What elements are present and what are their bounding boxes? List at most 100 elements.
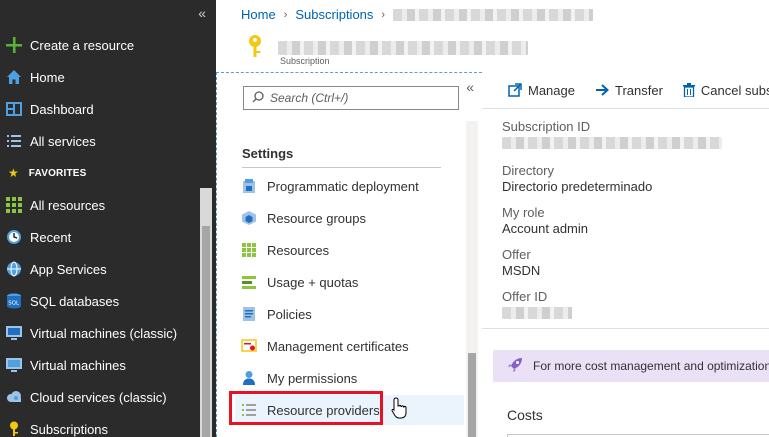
manage-button[interactable]: Manage [508, 83, 575, 98]
property-value: MSDN [502, 263, 541, 278]
nav-item-cloud-services-classic[interactable]: Cloud services (classic) [0, 381, 200, 413]
nav-item-create-resource[interactable]: Create a resource [0, 29, 200, 61]
nav-item-sql-databases[interactable]: SQL SQL databases [0, 285, 200, 317]
monitor-icon [6, 357, 22, 373]
nav-item-label: Create a resource [30, 37, 135, 53]
person-icon [241, 370, 257, 386]
policy-icon [241, 306, 257, 322]
nav-item-all-services[interactable]: All services [0, 125, 200, 157]
favorites-label: FAVORITES [28, 167, 87, 179]
breadcrumb-home[interactable]: Home [241, 7, 276, 22]
property-subscription-id: Subscription ID [502, 119, 722, 153]
nav-item-home[interactable]: Home [0, 61, 200, 93]
banner-text: For more cost management and optimizatio… [533, 359, 769, 373]
nav-item-label: Virtual machines [30, 357, 126, 373]
page-subtitle: Subscription [280, 56, 330, 66]
menu-item-label: My permissions [267, 370, 358, 386]
rocket-icon [507, 357, 523, 376]
nav-item-all-resources[interactable]: All resources [0, 189, 200, 221]
menu-item-my-permissions[interactable]: My permissions [235, 363, 464, 393]
chevron-right-icon: › [381, 8, 386, 21]
menu-scrollbar-thumb[interactable] [468, 353, 476, 437]
property-label: Directory [502, 163, 555, 178]
nav-item-label: Subscriptions [30, 421, 109, 437]
dashboard-icon [6, 101, 22, 117]
arrow-right-icon [595, 83, 609, 97]
list-icon [6, 133, 22, 149]
cost-management-banner[interactable]: For more cost management and optimizatio… [493, 350, 769, 382]
usage-icon [241, 274, 257, 290]
hand-cursor-icon [391, 397, 407, 422]
cancel-subscription-button[interactable]: Cancel subs [682, 83, 769, 98]
clock-icon [6, 229, 22, 245]
nav-item-label: SQL databases [30, 293, 120, 309]
property-directory: Directory Directorio predeterminado [502, 163, 722, 195]
property-offer-id: Offer ID [502, 289, 722, 323]
property-value[interactable]: Directorio predeterminado [502, 179, 722, 195]
nav-item-label: App Services [30, 261, 107, 277]
highlight-box [229, 391, 383, 425]
plus-icon [6, 37, 22, 53]
overview-pane: Manage Transfer Cancel subs Subscription… [482, 72, 769, 437]
menu-item-label: Usage + quotas [267, 274, 359, 290]
menu-item-management-certificates[interactable]: Management certificates [235, 331, 464, 361]
nav-item-label: Recent [30, 229, 72, 245]
menu-item-label: Management certificates [267, 338, 409, 354]
menu-scrollbar[interactable] [466, 121, 478, 437]
star-icon: ★ [8, 166, 19, 180]
property-value [502, 135, 722, 153]
menu-item-label: Policies [267, 306, 312, 322]
certificate-icon [241, 338, 257, 354]
property-offer: Offer MSDN [502, 247, 722, 279]
menu-item-resources[interactable]: Resources [235, 235, 464, 265]
menu-item-policies[interactable]: Policies [235, 299, 464, 329]
command-bar: Manage Transfer Cancel subs [482, 72, 769, 109]
cloud-icon [6, 389, 22, 405]
nav-item-virtual-machines-classic[interactable]: Virtual machines (classic) [0, 317, 200, 349]
divider [482, 328, 769, 329]
menu-item-usage-quotas[interactable]: Usage + quotas [235, 267, 464, 297]
search-icon [252, 90, 264, 106]
transfer-label: Transfer [614, 82, 663, 98]
menu-item-label: Programmatic deployment [267, 178, 419, 194]
left-nav: « Create a resource Home Dashboard All s… [0, 0, 216, 437]
settings-menu-panel: « Settings Programmatic deployment Resou… [216, 72, 482, 437]
nav-scrollbar[interactable] [200, 188, 212, 437]
key-icon [6, 421, 22, 437]
nav-scrollbar-thumb[interactable] [202, 226, 210, 437]
home-icon [6, 69, 22, 85]
deployment-icon [241, 178, 257, 194]
chevron-right-icon: › [283, 8, 288, 21]
search-input[interactable] [270, 91, 450, 105]
breadcrumb-subscriptions[interactable]: Subscriptions [295, 7, 373, 22]
nav-item-label: Virtual machines (classic) [30, 325, 178, 341]
settings-section-title: Settings [242, 146, 294, 161]
monitor-icon [6, 325, 22, 341]
grid-icon [6, 197, 22, 213]
menu-item-label: Resources [267, 242, 330, 258]
property-value: Account admin [502, 221, 588, 236]
grid-icon [241, 242, 257, 258]
collapse-nav-icon[interactable]: « [198, 5, 206, 21]
search-box[interactable] [243, 86, 459, 110]
menu-item-programmatic-deployment[interactable]: Programmatic deployment [235, 171, 464, 201]
nav-item-virtual-machines[interactable]: Virtual machines [0, 349, 200, 381]
menu-item-label: Resource groups [267, 210, 366, 226]
property-value [502, 305, 722, 323]
nav-item-label: All services [30, 133, 96, 149]
nav-item-label: All resources [30, 197, 106, 213]
collapse-menu-icon[interactable]: « [466, 79, 474, 95]
nav-item-app-services[interactable]: App Services [0, 253, 200, 285]
property-label: Offer ID [502, 289, 548, 304]
nav-item-subscriptions[interactable]: Subscriptions [0, 413, 200, 437]
nav-item-recent[interactable]: Recent [0, 221, 200, 253]
nav-item-dashboard[interactable]: Dashboard [0, 93, 200, 125]
nav-item-label: Dashboard [30, 101, 94, 117]
sql-icon: SQL [6, 293, 22, 309]
menu-item-resource-groups[interactable]: Resource groups [235, 203, 464, 233]
property-label: Offer [502, 247, 531, 262]
favorites-header: ★ FAVORITES [0, 164, 87, 182]
transfer-button[interactable]: Transfer [595, 83, 663, 98]
essentials-properties: Subscription ID Directory Directorio pre… [502, 119, 722, 333]
svg-text:SQL: SQL [8, 301, 20, 307]
